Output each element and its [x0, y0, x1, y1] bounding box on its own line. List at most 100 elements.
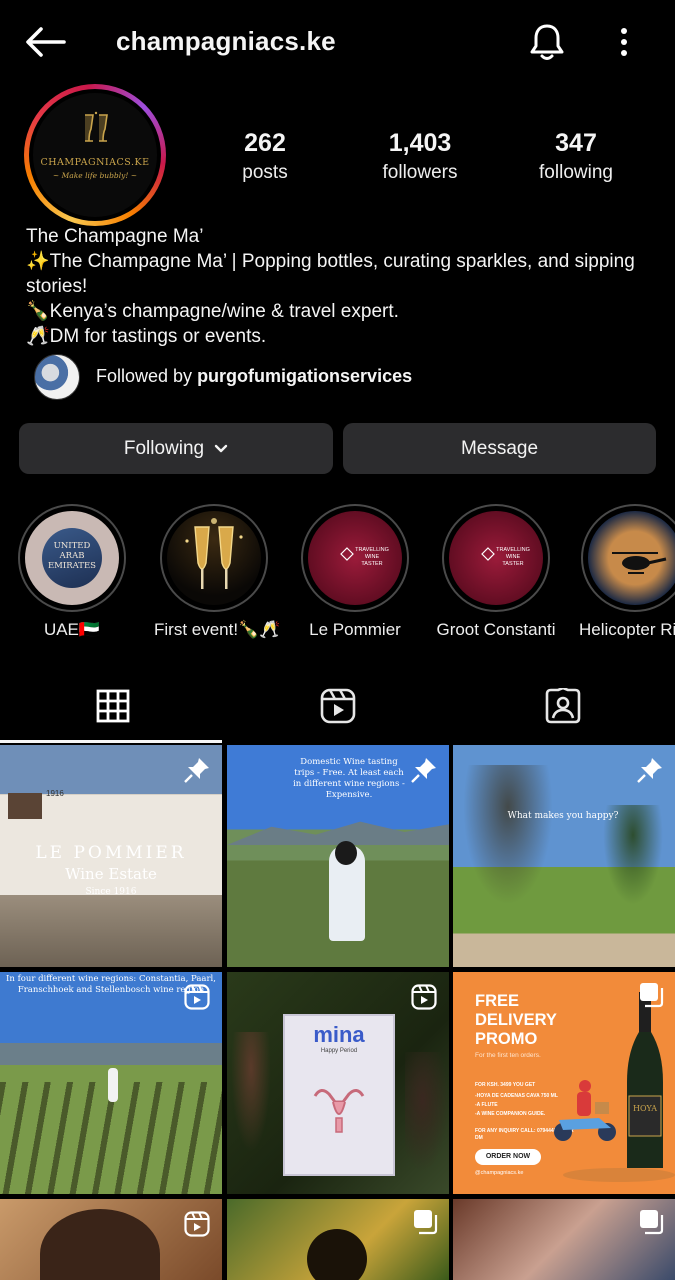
promo-subtext: For the first ten orders. [475, 1052, 541, 1059]
highlight-le-pommier[interactable]: TRAVELLING WINE TASTER Le Pommier [295, 504, 415, 640]
highlight-cover: UNITED ARAB EMIRATES [25, 511, 119, 605]
tree-image [463, 765, 553, 905]
highlight-label: Groot Constanti [436, 620, 556, 639]
following-button-label: Following [123, 437, 205, 459]
champagne-flutes-icon [185, 518, 243, 589]
grid-post[interactable]: FREE DELIVERY PROMO For the first ten or… [453, 972, 675, 1194]
followed-by-username: purgofumigationservices [197, 366, 413, 386]
highlight-cover-text: TRAVELLING WINE TASTER [355, 547, 389, 567]
highlight-label: First event!🍾🥂 [154, 620, 281, 639]
grid-post[interactable]: In four different wine regions: Constant… [0, 972, 222, 1194]
mountains-image [227, 821, 449, 845]
more-options-icon[interactable] [612, 24, 636, 60]
diamond-logo-icon [340, 547, 354, 561]
estate-sign-image [8, 793, 42, 819]
post-overlay-since: Since 1916 [85, 887, 137, 897]
highlight-ring: UNITED ARAB EMIRATES [18, 504, 126, 612]
promo-handle: @champagniacs.ke [475, 1170, 524, 1176]
promo-title: FREE DELIVERY PROMO [475, 992, 557, 1049]
profile-display-name: The Champagne Ma’ [26, 226, 204, 247]
poster-sub-text: Happy Period [320, 1048, 358, 1054]
highlight-groot-constantia[interactable]: TRAVELLING WINE TASTER Groot Constanti [436, 504, 556, 640]
estate-sign-year: 1916 [46, 789, 64, 798]
tab-reels[interactable] [225, 670, 450, 742]
delivery-scooter-icon [554, 1080, 616, 1141]
grid-post[interactable] [453, 1199, 675, 1280]
reels-icon [320, 688, 355, 724]
tagged-icon [545, 688, 580, 724]
person-right-image [405, 1052, 449, 1172]
profile-avatar-story-ring[interactable]: CHAMPAGNIACS.KE ~ Make life bubbly! ~ [24, 84, 166, 226]
active-tab-indicator [0, 740, 222, 743]
grid-post[interactable]: 1916 LE POMMIER Wine Estate Since 1916 [0, 745, 222, 967]
following-count-label: following [539, 162, 613, 183]
profile-username: champagniacs.ke [116, 26, 336, 56]
promo-order-now-button: ORDER NOW [475, 1149, 541, 1165]
promo-title-line: PROMO [475, 1030, 538, 1048]
followed-by-text: Followed by purgofumigationservices [96, 366, 412, 387]
bottle-label-text: HOYA [633, 1104, 657, 1113]
bio-line: 🥂DM for tastings or events. [26, 326, 267, 347]
highlight-ring [581, 504, 675, 612]
posts-count[interactable]: 262 posts [222, 128, 308, 186]
person-image [40, 1209, 160, 1280]
highlight-uae[interactable]: UNITED ARAB EMIRATES UAE🇦🇪 [12, 504, 132, 640]
bio-line: 🍾Kenya’s champagne/wine & travel expert. [26, 301, 399, 322]
tab-posts[interactable] [0, 670, 225, 742]
multiple-images-icon [414, 1210, 438, 1235]
highlight-first-event[interactable]: First event!🍾🥂 [154, 504, 281, 640]
helicopter-icon [612, 552, 667, 574]
grid-post[interactable]: mina Happy Period [227, 972, 449, 1194]
post-overlay-caption: What makes you happy? [507, 811, 619, 821]
highlight-cover [588, 511, 675, 605]
message-button[interactable]: Message [343, 423, 656, 474]
profile-tabs [0, 670, 675, 744]
grid-post[interactable] [0, 1199, 222, 1280]
top-bar: champagniacs.ke [0, 0, 675, 84]
promo-title-line: DELIVERY [475, 1011, 557, 1029]
highlight-label: Helicopter Ri [579, 620, 675, 639]
message-button-label: Message [460, 437, 539, 459]
pinned-icon [411, 758, 436, 783]
post-overlay-title: LE POMMIER [35, 843, 187, 863]
multiple-images-icon [640, 1210, 664, 1235]
anatomy-illustration-icon [313, 1089, 365, 1133]
pinned-icon [184, 758, 209, 783]
highlight-ring: TRAVELLING WINE TASTER [301, 504, 409, 612]
followers-count[interactable]: 1,403 followers [366, 128, 474, 186]
following-button[interactable]: Following [19, 423, 333, 474]
highlight-cover-text: TRAVELLING WINE TASTER [496, 547, 530, 567]
highlight-ring [160, 504, 268, 612]
estate-courtyard-image [0, 895, 222, 967]
diamond-logo-icon [481, 547, 495, 561]
multiple-images-icon [640, 983, 664, 1008]
person-in-vineyard-image [108, 1068, 118, 1102]
promo-title-line: FREE [475, 992, 520, 1010]
person-image [307, 1229, 367, 1280]
back-arrow-icon[interactable] [24, 26, 66, 58]
notification-bell-icon[interactable] [528, 22, 566, 62]
highlight-cover-text: UNITED ARAB EMIRATES [47, 541, 97, 571]
tab-tagged[interactable] [450, 670, 675, 742]
chevron-down-icon [214, 444, 228, 452]
avatar-tagline: ~ Make life bubbly! ~ [52, 171, 138, 180]
highlight-label: Le Pommier [309, 620, 401, 639]
following-count[interactable]: 347 following [526, 128, 626, 186]
grid-post[interactable]: Domestic Wine tasting trips - Free. At l… [227, 745, 449, 967]
highlight-ring: TRAVELLING WINE TASTER [442, 504, 550, 612]
reel-icon [411, 984, 437, 1010]
highlight-label: UAE🇦🇪 [43, 620, 101, 639]
pinned-icon [637, 758, 662, 783]
avatar-brand-text: CHAMPAGNIACS.KE [40, 157, 150, 168]
grid-post[interactable]: What makes you happy? [453, 745, 675, 967]
bio-line: ✨The Champagne Ma’ | Popping bottles, cu… [26, 251, 635, 272]
profile-bio: The Champagne Ma’ ✨The Champagne Ma’ | P… [26, 224, 656, 349]
posts-grid-icon [96, 689, 129, 723]
poster-brand-text: mina [313, 1022, 365, 1047]
highlight-helicopter-ride[interactable]: Helicopter Ri [577, 504, 675, 640]
reel-icon [184, 984, 210, 1010]
person-left-image [231, 1032, 271, 1152]
followed-by-row[interactable]: Followed by purgofumigationservices [34, 354, 634, 402]
grid-post[interactable] [227, 1199, 449, 1280]
post-overlay-subtitle: Wine Estate [65, 865, 157, 883]
